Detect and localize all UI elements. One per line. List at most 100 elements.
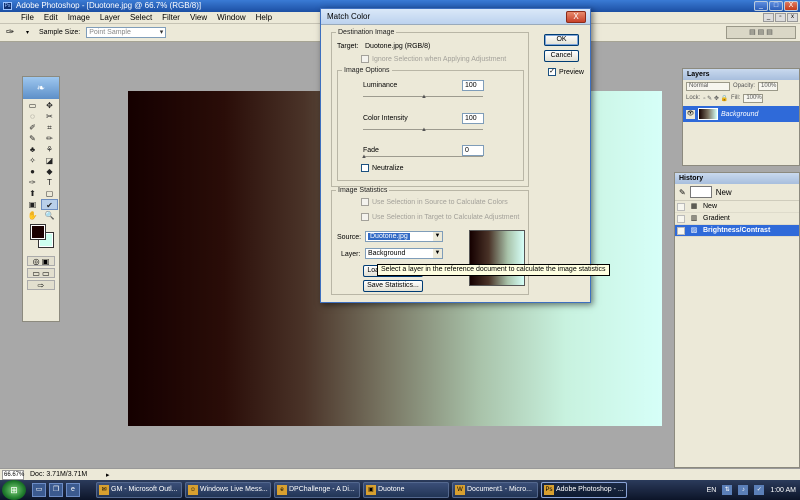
use-selection-target-option[interactable]: Use Selection in Target to Calculate Adj… <box>361 213 519 221</box>
fade-field[interactable]: 0 <box>462 145 484 156</box>
zoom-tool[interactable]: 🔍 <box>41 210 58 221</box>
blend-mode-select[interactable]: Normal <box>686 81 730 91</box>
ignore-selection-checkbox[interactable] <box>361 55 369 63</box>
toolbox-header[interactable]: ❧ <box>23 77 59 99</box>
switch-windows-icon[interactable]: ❐ <box>49 483 63 497</box>
luminance-field[interactable]: 100 <box>462 80 484 91</box>
menu-file[interactable]: File <box>16 12 39 24</box>
volume-icon[interactable]: ♪ <box>738 485 749 495</box>
layer-select[interactable]: Background ▼ <box>365 248 443 259</box>
minimize-button[interactable]: _ <box>754 1 768 11</box>
history-snapshot[interactable]: ✎ New <box>675 184 799 201</box>
history-checkbox[interactable] <box>677 214 685 223</box>
language-indicator[interactable]: EN <box>707 487 717 494</box>
doc-minimize-button[interactable]: _ <box>763 13 774 22</box>
task-outlook[interactable]: ✉ GM - Microsoft Outl... <box>96 482 182 498</box>
ignore-selection-option[interactable]: Ignore Selection when Applying Adjustmen… <box>361 55 506 63</box>
hand-tool[interactable]: ✋ <box>24 210 41 221</box>
layer-row-background[interactable]: 👁 Background <box>683 106 799 122</box>
history-brush-source-icon[interactable]: ✎ <box>679 188 686 197</box>
zoom-field[interactable]: 66.67% <box>2 469 24 480</box>
history-state-gradient[interactable]: ▥ Gradient <box>675 213 799 225</box>
fade-slider-thumb[interactable]: ▲ <box>361 154 367 160</box>
sample-size-select[interactable]: Point Sample <box>86 27 167 38</box>
use-selection-target-checkbox[interactable] <box>361 213 369 221</box>
fade-slider-track[interactable] <box>363 156 483 157</box>
use-selection-source-checkbox[interactable] <box>361 198 369 206</box>
history-checkbox[interactable] <box>677 226 685 235</box>
opacity-field[interactable]: 100% <box>758 81 779 91</box>
jump-to-imageready-icon[interactable]: ⇨ <box>27 280 55 290</box>
task-photoshop[interactable]: Ps Adobe Photoshop - ... <box>541 482 627 498</box>
cancel-button[interactable]: Cancel <box>544 50 579 62</box>
task-word-document[interactable]: W Document1 - Micro... <box>452 482 538 498</box>
security-icon[interactable]: ✓ <box>754 485 765 495</box>
layers-tab[interactable]: Layers <box>683 69 799 80</box>
maximize-button[interactable]: □ <box>769 1 783 11</box>
doc-restore-button[interactable]: ▫ <box>775 13 786 22</box>
network-icon[interactable]: ⇅ <box>722 485 733 495</box>
source-select[interactable]: Duotone.jpg ▼ <box>365 231 443 242</box>
dodge-tool[interactable]: ◆ <box>41 166 58 177</box>
menu-edit[interactable]: Edit <box>39 12 63 24</box>
pen-tool[interactable]: ✑ <box>24 177 41 188</box>
lock-icons[interactable]: ▫ ✎ ✥ 🔒 <box>703 95 728 102</box>
menu-view[interactable]: View <box>185 12 212 24</box>
menu-select[interactable]: Select <box>125 12 157 24</box>
save-statistics-button[interactable]: Save Statistics... <box>363 280 423 292</box>
color-intensity-field[interactable]: 100 <box>462 113 484 124</box>
gradient-tool[interactable]: ◪ <box>41 155 58 166</box>
eraser-tool[interactable]: ✧ <box>24 155 41 166</box>
color-intensity-slider-thumb[interactable]: ▲ <box>421 127 427 133</box>
clone-stamp-tool[interactable]: ♣ <box>24 144 41 155</box>
dialog-close-button[interactable]: X <box>566 11 586 23</box>
palette-well[interactable]: ▤ ▤ ▤ <box>726 26 796 39</box>
type-tool[interactable]: T <box>41 177 58 188</box>
menu-window[interactable]: Window <box>212 12 250 24</box>
preview-checkbox[interactable]: ✓ <box>548 68 556 76</box>
healing-brush-tool[interactable]: ✎ <box>24 133 41 144</box>
quick-mask-icon[interactable]: ◎ ▣ <box>27 256 55 266</box>
crop-tool[interactable]: ✐ <box>24 122 41 133</box>
task-duotone[interactable]: ▣ Duotone <box>363 482 449 498</box>
history-state-brightness-contrast[interactable]: ▨ Brightness/Contrast <box>675 225 799 237</box>
use-selection-source-option[interactable]: Use Selection in Source to Calculate Col… <box>361 198 508 206</box>
history-tab[interactable]: History <box>675 173 799 184</box>
ok-button[interactable]: OK <box>544 34 579 46</box>
start-button[interactable]: ⊞ <box>2 480 26 500</box>
close-button[interactable]: X <box>784 1 798 11</box>
history-state-new[interactable]: ▦ New <box>675 201 799 213</box>
menu-image[interactable]: Image <box>63 12 95 24</box>
task-dpchallenge[interactable]: e DPChallenge - A Di... <box>274 482 360 498</box>
lasso-tool[interactable]: ◌ <box>24 111 41 122</box>
eyedropper-tool-icon[interactable]: ✑ <box>6 27 20 39</box>
magic-wand-tool[interactable]: ✂ <box>41 111 58 122</box>
notes-tool[interactable]: ▣ <box>24 199 41 210</box>
tool-preset-dropdown-icon[interactable]: ▾ <box>26 29 33 36</box>
menu-layer[interactable]: Layer <box>95 12 125 24</box>
foreground-color-swatch[interactable] <box>30 224 46 240</box>
status-menu-arrow-icon[interactable]: ▸ <box>106 471 110 479</box>
doc-close-button[interactable]: x <box>787 13 798 22</box>
path-selection-tool[interactable]: ⬆ <box>24 188 41 199</box>
blur-tool[interactable]: ● <box>24 166 41 177</box>
shape-tool[interactable]: ▢ <box>41 188 58 199</box>
browser-icon[interactable]: e <box>66 483 80 497</box>
screen-mode-icon[interactable]: ▭ ▭ ▭ <box>27 268 55 288</box>
task-messenger[interactable]: ☺ Windows Live Mess... <box>185 482 271 498</box>
visibility-eye-icon[interactable]: 👁 <box>686 109 695 119</box>
preview-option[interactable]: ✓ Preview <box>548 68 584 76</box>
show-desktop-icon[interactable]: ▭ <box>32 483 46 497</box>
neutralize-checkbox[interactable] <box>361 164 369 172</box>
eyedropper-tool[interactable]: ✔ <box>41 199 58 210</box>
luminance-slider-thumb[interactable]: ▲ <box>421 94 427 100</box>
menu-help[interactable]: Help <box>251 12 277 24</box>
fill-field[interactable]: 100% <box>743 93 764 103</box>
clock[interactable]: 1:00 AM <box>770 487 796 494</box>
slice-tool[interactable]: ⌗ <box>41 122 58 133</box>
menu-filter[interactable]: Filter <box>157 12 185 24</box>
history-brush-tool[interactable]: ⚘ <box>41 144 58 155</box>
neutralize-option[interactable]: Neutralize <box>361 164 404 172</box>
brush-tool[interactable]: ✏ <box>41 133 58 144</box>
history-checkbox[interactable] <box>677 202 685 211</box>
